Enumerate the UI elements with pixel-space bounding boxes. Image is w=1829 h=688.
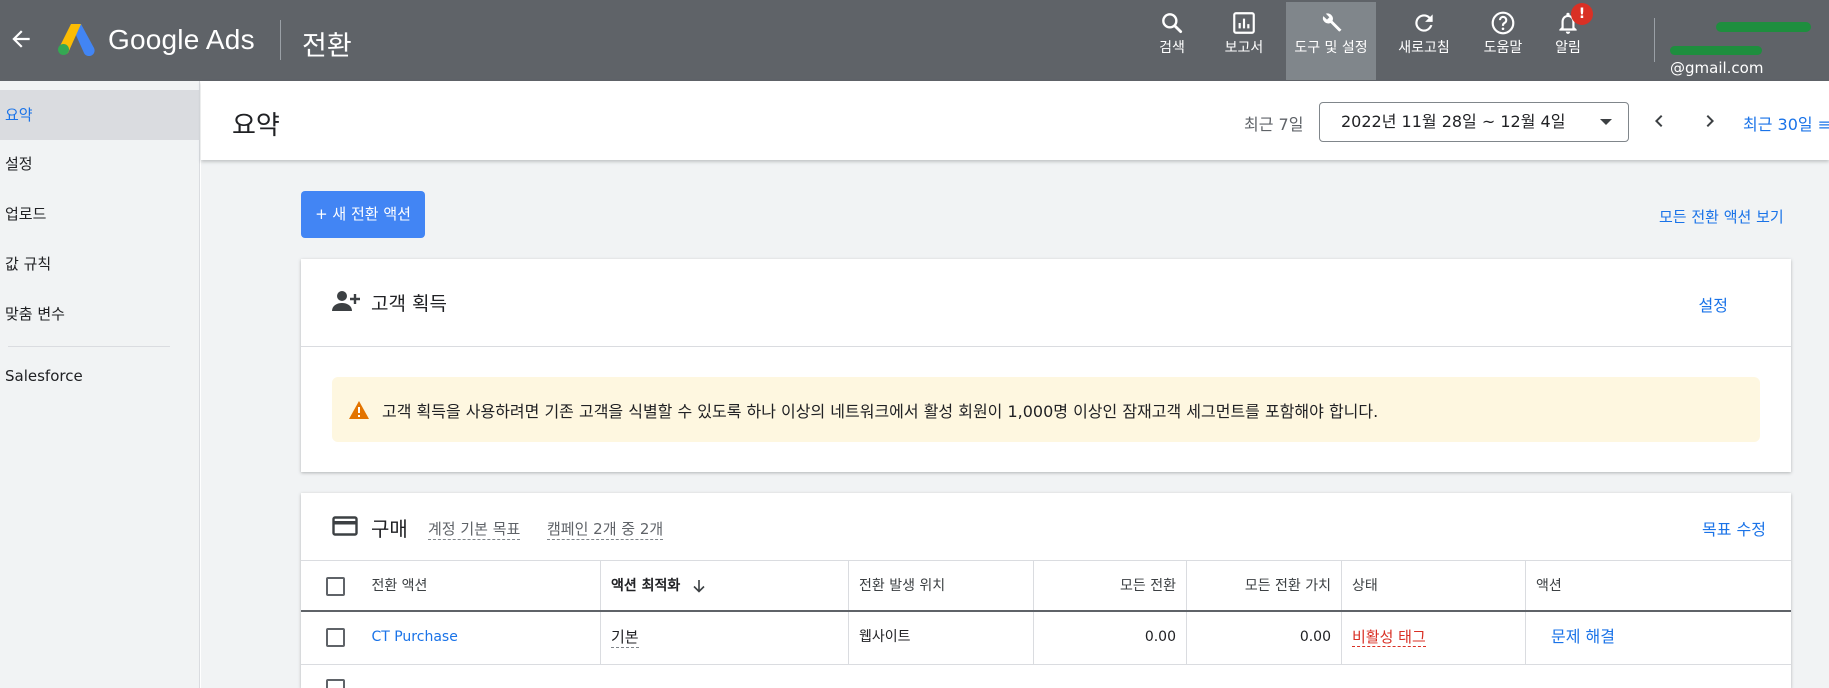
refresh-button[interactable]: 새로고침 (1392, 2, 1456, 80)
edit-goal-link[interactable]: 목표 수정 (1702, 516, 1766, 540)
card-header: 고객 획득 설정 (301, 259, 1791, 347)
column-header-source[interactable]: 전환 발생 위치 (849, 561, 1034, 610)
source-cell: 웹사이트 (849, 612, 1034, 664)
notification-badge: ! (1571, 3, 1593, 25)
left-navigation: 요약 설정 업로드 값 규칙 맞춤 변수 Salesforce (0, 81, 200, 688)
date-range-label: 최근 7일 (1244, 115, 1304, 134)
search-button-label: 검색 (1159, 40, 1185, 56)
purchase-goal-card: 구매 계정 기본 목표 캠페인 2개 중 2개 목표 수정 전환 액션 액션 최… (301, 493, 1791, 688)
refresh-button-label: 새로고침 (1398, 40, 1450, 56)
customer-acquisition-card: 고객 획득 설정 고객 획득을 사용하려면 기존 고객을 식별할 수 있도록 하… (301, 259, 1791, 472)
column-header-all-conversions[interactable]: 모든 전환 (1034, 561, 1187, 610)
date-range-selector[interactable]: 2022년 11월 28일 ~ 12월 4일 (1319, 102, 1629, 142)
row-checkbox[interactable] (326, 679, 345, 688)
column-header-label[interactable]: 전환 액션 (371, 578, 427, 594)
main-content: + 새 전환 액션 모든 전환 액션 보기 고객 획득 설정 고객 획득을 사용… (201, 160, 1829, 688)
section-title: 전환 (302, 31, 352, 62)
column-header-all-conv-value[interactable]: 모든 전환 가치 (1187, 561, 1342, 610)
notifications-button-label: 알림 (1555, 40, 1581, 56)
tools-and-settings-button[interactable]: 도구 및 설정 (1286, 2, 1376, 80)
reports-icon (1233, 12, 1255, 34)
optimization-value[interactable]: 기본 (611, 628, 639, 648)
back-arrow-icon[interactable] (8, 26, 34, 52)
sidebar-item-summary[interactable]: 요약 (0, 90, 200, 140)
all-conv-value-cell: 0.00 (1187, 612, 1342, 664)
warning-notice: 고객 획득을 사용하려면 기존 고객을 식별할 수 있도록 하나 이상의 네트워… (332, 377, 1760, 442)
google-ads-logo-icon[interactable] (57, 22, 95, 56)
redaction-mark (1670, 46, 1762, 55)
conversion-action-link[interactable]: CT Purchase (371, 629, 457, 645)
card-title: 고객 획득 (371, 293, 447, 315)
row-checkbox[interactable] (326, 627, 345, 647)
credit-card-icon (332, 516, 358, 536)
troubleshoot-link[interactable]: 문제 해결 (1551, 627, 1615, 646)
page-header: 요약 최근 7일 2022년 11월 28일 ~ 12월 4일 최근 30일 ≡ (201, 81, 1829, 160)
date-range-value: 2022년 11월 28일 ~ 12월 4일 (1341, 112, 1566, 131)
add-person-icon (332, 291, 360, 311)
status-cell: 비활성 태그 (1342, 612, 1526, 664)
next-period-icon[interactable] (1698, 109, 1722, 133)
sidebar-item-salesforce[interactable]: Salesforce (0, 351, 200, 401)
redacted-account-id[interactable] (1716, 22, 1811, 32)
sidebar-item-settings[interactable]: 설정 (0, 139, 200, 189)
warning-icon (349, 401, 369, 419)
account-default-goal-label[interactable]: 계정 기본 목표 (428, 518, 521, 540)
search-button[interactable]: 검색 (1144, 2, 1200, 80)
table-row-partial (301, 665, 1791, 688)
refresh-icon (1415, 14, 1433, 32)
help-button[interactable]: 도움말 (1475, 2, 1531, 80)
column-header-status[interactable]: 상태 (1342, 561, 1526, 610)
title-divider (280, 20, 281, 60)
acquisition-settings-link[interactable]: 설정 (1699, 292, 1728, 316)
status-badge[interactable]: 비활성 태그 (1352, 628, 1426, 647)
column-header-label: 액션 최적화 (611, 578, 681, 594)
help-button-label: 도움말 (1483, 40, 1523, 56)
actions-cell: 문제 해결 (1526, 612, 1791, 664)
sidebar-item-custom-variables[interactable]: 맞춤 변수 (0, 289, 200, 339)
account-email-suffix: @gmail.com (1670, 59, 1764, 77)
column-header-optimization[interactable]: 액션 최적화 (601, 561, 849, 610)
card-header: 구매 계정 기본 목표 캠페인 2개 중 2개 목표 수정 (301, 493, 1791, 560)
warning-message: 고객 획득을 사용하려면 기존 고객을 식별할 수 있도록 하나 이상의 네트워… (382, 402, 1379, 421)
new-conversion-action-button[interactable]: + 새 전환 액션 (301, 191, 425, 238)
wrench-icon (1322, 13, 1342, 32)
sidebar-divider (8, 346, 170, 347)
account-email[interactable]: @gmail.com (1670, 41, 1829, 77)
dropdown-caret-icon (1600, 119, 1612, 125)
previous-period-icon[interactable] (1647, 109, 1671, 133)
product-name[interactable]: Google Ads (108, 24, 255, 56)
column-header-action: 전환 액션 (301, 561, 601, 610)
optimization-cell: 기본 (601, 612, 849, 664)
select-all-checkbox[interactable] (326, 576, 345, 596)
reports-button[interactable]: 보고서 (1214, 2, 1274, 80)
view-all-conversion-actions-link[interactable]: 모든 전환 액션 보기 (1659, 206, 1784, 227)
all-conversions-cell: 0.00 (1034, 612, 1187, 664)
campaigns-count-label[interactable]: 캠페인 2개 중 2개 (547, 518, 664, 540)
account-divider (1654, 18, 1655, 62)
table-header-row: 전환 액션 액션 최적화 전환 발생 위치 모든 전환 모든 전환 가치 상태 … (301, 560, 1791, 612)
help-icon (1491, 11, 1515, 35)
action-cell: CT Purchase (301, 612, 601, 664)
compare-range-link[interactable]: 최근 30일 ≡ (1743, 111, 1829, 135)
reports-button-label: 보고서 (1224, 40, 1264, 56)
sort-descending-icon (693, 580, 705, 593)
search-icon (1162, 13, 1183, 34)
card-title: 구매 (371, 517, 408, 541)
tools-and-settings-label: 도구 및 설정 (1294, 40, 1368, 56)
sidebar-item-uploads[interactable]: 업로드 (0, 189, 200, 239)
table-row: CT Purchase 기본 웹사이트 0.00 0.00 비활성 태그 문제 … (301, 612, 1791, 665)
page-title: 요약 (232, 111, 280, 141)
top-app-bar: Google Ads 전환 검색 보고서 도구 및 설정 새로고침 도움말 알림… (0, 0, 1829, 81)
sidebar-item-value-rules[interactable]: 값 규칙 (0, 239, 200, 289)
column-header-actions: 액션 (1536, 578, 1562, 594)
